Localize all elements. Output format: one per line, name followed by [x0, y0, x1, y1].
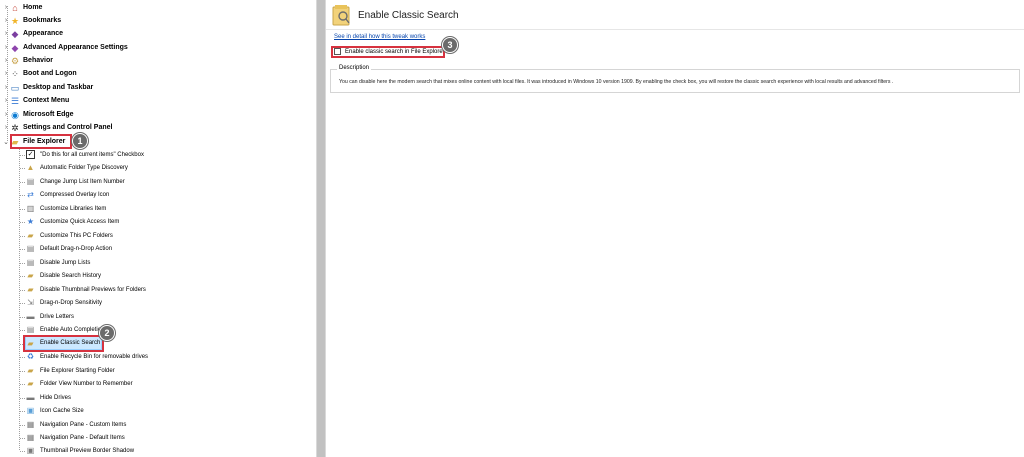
- tree-child-item[interactable]: ▰ File Explorer Starting Folder: [26, 364, 114, 377]
- step-badge-1: 1: [72, 133, 88, 149]
- tree-item-bookmarks[interactable]: › ★ Bookmarks: [2, 14, 61, 27]
- settings-icon: ✲: [11, 122, 19, 133]
- tree-child-item[interactable]: ▤ Change Jump List Item Number: [26, 175, 125, 188]
- folder-icon: ▰: [27, 271, 34, 280]
- navigation-tree: › ⌂ Home › ★ Bookmarks › ◆ Appearance › …: [0, 0, 316, 457]
- tree-child-item[interactable]: ⇲ Drag-n-Drop Sensitivity: [26, 296, 102, 309]
- folder-icon: ▰: [27, 379, 34, 388]
- tree-item-appearance[interactable]: › ◆ Appearance: [2, 27, 63, 40]
- image-icon: ▣: [26, 446, 35, 455]
- tree-child-item[interactable]: ▦ Navigation Pane - Default Items: [26, 431, 125, 444]
- chevron-right-icon[interactable]: ›: [2, 70, 10, 77]
- chevron-right-icon[interactable]: ›: [2, 124, 10, 131]
- detail-panel: Enable Classic Search See in detail how …: [326, 0, 1024, 457]
- tree-item-behavior[interactable]: › ⚙ Behavior: [2, 54, 53, 67]
- library-icon: ▥: [26, 204, 35, 213]
- tree-child-item[interactable]: ▰ Disable Search History: [26, 269, 101, 282]
- recycle-bin-icon: ♻: [26, 352, 35, 361]
- drive-icon: ▬: [26, 312, 35, 321]
- detail-header: Enable Classic Search: [326, 0, 1024, 30]
- highlight-box-file-explorer: [10, 134, 72, 149]
- list-icon: ▤: [26, 325, 35, 334]
- tree-child-item[interactable]: ♻ Enable Recycle Bin for removable drive…: [26, 350, 148, 363]
- monitor-icon: ▭: [10, 82, 20, 93]
- tree-child-item[interactable]: ⇄ Compressed Overlay Icon: [26, 188, 109, 201]
- tree-child-item[interactable]: ▰ Folder View Number to Remember: [26, 377, 132, 390]
- chevron-right-icon[interactable]: ›: [2, 30, 10, 37]
- tree-child-item[interactable]: ▰ Customize This PC Folders: [26, 229, 113, 242]
- folder-icon: ▰: [27, 231, 34, 240]
- checkbox-checked-icon: ✓: [26, 150, 35, 159]
- tree-child-item[interactable]: ▤ Default Drag-n-Drop Action: [26, 242, 112, 255]
- highlight-box-checkbox: [331, 46, 445, 58]
- folder-icon: ▲: [26, 163, 35, 172]
- tree-child-item[interactable]: ▥ Customize Libraries Item: [26, 202, 107, 215]
- folder-search-icon: [332, 5, 350, 26]
- tree-item-microsoft-edge[interactable]: › ◉ Microsoft Edge: [2, 108, 74, 121]
- tree-child-item[interactable]: ✓ "Do this for all current items" Checkb…: [26, 148, 144, 161]
- tree-child-item[interactable]: ▤ Disable Jump Lists: [26, 256, 91, 269]
- description-legend: Description: [337, 65, 372, 71]
- chevron-right-icon[interactable]: ›: [2, 111, 10, 118]
- drive-icon: ▬: [26, 393, 35, 402]
- chevron-right-icon[interactable]: ›: [2, 84, 10, 91]
- list-icon: ▤: [26, 258, 35, 267]
- page-title: Enable Classic Search: [358, 10, 459, 21]
- chevron-right-icon[interactable]: ›: [2, 44, 10, 51]
- tweak-detail-link[interactable]: See in detail how this tweak works: [334, 34, 425, 40]
- tree-child-item[interactable]: ▰ Disable Thumbnail Previews for Folders: [26, 283, 146, 296]
- list-icon: ▤: [26, 244, 35, 253]
- arrows-icon: ⇄: [27, 190, 34, 199]
- tree-child-item[interactable]: ▣ Thumbnail Preview Border Shadow: [26, 444, 134, 457]
- tree-item-home[interactable]: › ⌂ Home: [2, 1, 43, 14]
- chevron-right-icon[interactable]: ›: [2, 57, 10, 64]
- tree-child-item[interactable]: ▦ Navigation Pane - Custom Items: [26, 418, 127, 431]
- palette-icon: ◆: [11, 42, 19, 53]
- tree-scrollbar[interactable]: [317, 0, 325, 457]
- tree-child-item[interactable]: ▬ Hide Drives: [26, 391, 72, 404]
- tree-item-settings-control-panel[interactable]: › ✲ Settings and Control Panel: [2, 121, 113, 134]
- menu-icon: ☰: [10, 95, 20, 106]
- tree-child-item[interactable]: ▣ Icon Cache Size: [26, 404, 84, 417]
- step-badge-3: 3: [442, 37, 458, 53]
- tree-item-boot-logon[interactable]: › ⁘ Boot and Logon: [2, 67, 77, 80]
- palette-icon: ◆: [11, 28, 19, 39]
- gear-icon: ⚙: [10, 55, 20, 66]
- description-group: Description You can disable here the mod…: [330, 65, 1020, 93]
- tree-child-item[interactable]: ▲ Automatic Folder Type Discovery: [26, 161, 128, 174]
- step-badge-2: 2: [99, 325, 115, 341]
- pane-icon: ▦: [26, 433, 35, 442]
- edge-icon: ◉: [11, 109, 19, 120]
- tree-child-item[interactable]: ★ Customize Quick Access Item: [26, 215, 119, 228]
- chevron-right-icon[interactable]: ›: [2, 4, 10, 11]
- tree-connector: [19, 148, 20, 450]
- tree-item-advanced-appearance[interactable]: › ◆ Advanced Appearance Settings: [2, 41, 128, 54]
- chevron-right-icon[interactable]: ›: [2, 17, 10, 24]
- loading-icon: ⁘: [11, 68, 19, 79]
- tree-child-item[interactable]: ▬ Drive Letters: [26, 310, 75, 323]
- chevron-down-icon[interactable]: ⌄: [2, 138, 10, 146]
- home-icon: ⌂: [12, 2, 18, 13]
- folder-icon: ▰: [27, 366, 34, 375]
- tree-item-context-menu[interactable]: › ☰ Context Menu: [2, 94, 69, 107]
- drag-icon: ⇲: [27, 298, 34, 307]
- description-text: You can disable here the modern search t…: [339, 79, 894, 85]
- star-icon: ★: [10, 15, 20, 26]
- star-icon: ★: [26, 217, 35, 226]
- pane-icon: ▦: [26, 420, 35, 429]
- chevron-right-icon[interactable]: ›: [2, 97, 10, 104]
- folder-icon: ▰: [27, 285, 34, 294]
- image-icon: ▣: [26, 406, 35, 415]
- tree-item-desktop-taskbar[interactable]: › ▭ Desktop and Taskbar: [2, 81, 93, 94]
- list-icon: ▤: [26, 177, 35, 186]
